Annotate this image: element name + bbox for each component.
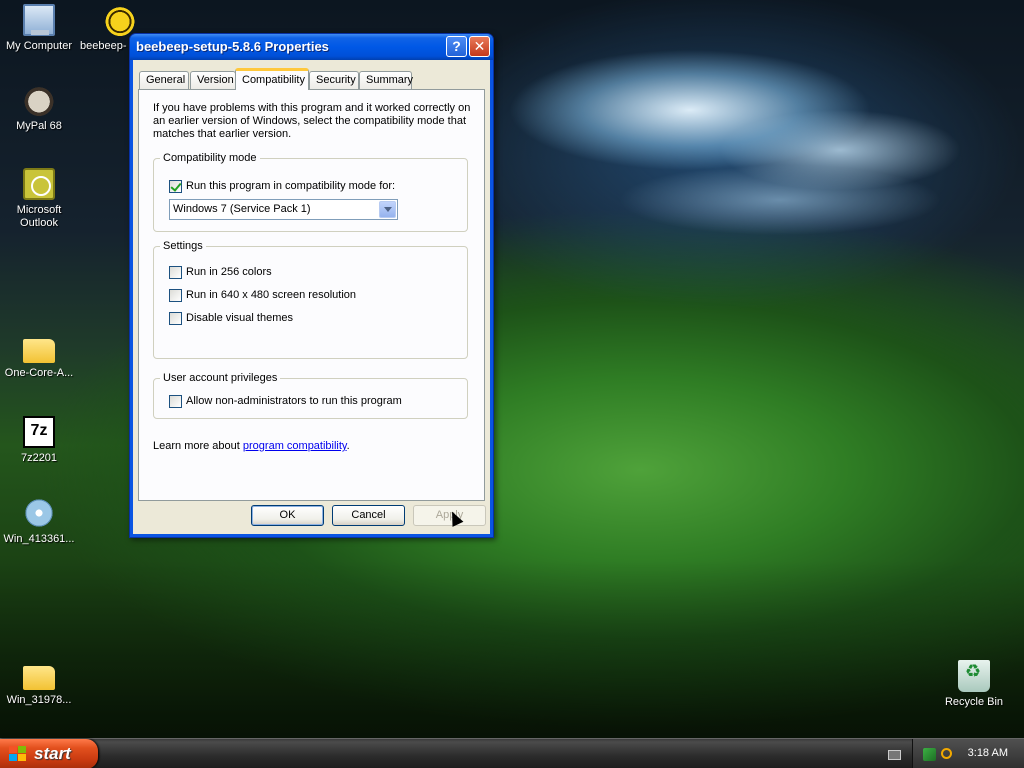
program-compatibility-link[interactable]: program compatibility <box>243 440 347 452</box>
outlook-icon <box>23 168 55 200</box>
select-value: Windows 7 (Service Pack 1) <box>173 203 311 215</box>
desktop-icon-beebeep[interactable]: beebeep- <box>80 4 136 53</box>
recycle-bin-icon <box>958 660 990 692</box>
clock[interactable]: 3:18 AM <box>968 747 1008 759</box>
properties-window: beebeep-setup-5.8.6 Properties ? ✕ Gener… <box>129 33 494 538</box>
desktop-icon-label: Win_413361... <box>3 533 75 545</box>
checkbox-label: Run this program in compatibility mode f… <box>186 180 396 192</box>
desktop-icon-win-413361[interactable]: Win_413361... <box>0 497 78 546</box>
start-label: start <box>34 744 71 763</box>
setting-disable-themes-checkbox[interactable] <box>169 311 182 325</box>
allow-non-admin-row[interactable]: Allow non-administrators to run this pro… <box>169 394 402 408</box>
compat-mode-checkbox-row[interactable]: Run this program in compatibility mode f… <box>169 179 395 193</box>
chevron-down-icon[interactable] <box>379 201 396 218</box>
window-title: beebeep-setup-5.8.6 Properties <box>136 39 329 54</box>
desktop-icon-label: Microsoft Outlook <box>16 204 62 229</box>
checkbox-label: Run in 640 x 480 screen resolution <box>186 289 356 301</box>
desktop-icon-label: Win_31978... <box>6 694 72 706</box>
cancel-button[interactable]: Cancel <box>332 505 405 526</box>
compatibility-mode-group: Compatibility mode Run this program in c… <box>153 152 468 232</box>
computer-icon <box>23 4 55 36</box>
checkbox-label: Allow non-administrators to run this pro… <box>186 395 402 407</box>
user-privileges-group: User account privileges Allow non-admini… <box>153 372 468 419</box>
7zip-icon: 7z <box>23 416 55 448</box>
mypal-browser-icon <box>23 84 55 116</box>
desktop-wallpaper-shade <box>0 560 1024 740</box>
desktop-icon-my-computer[interactable]: My Computer <box>0 4 78 53</box>
taskbar: start 3:18 AM <box>0 738 1024 768</box>
system-tray: 3:18 AM <box>912 739 1024 768</box>
network-icon[interactable] <box>923 748 936 761</box>
desktop-icon-win-31978[interactable]: Win_31978... <box>0 660 78 707</box>
checkbox-label: Run in 256 colors <box>186 266 272 278</box>
tab-summary[interactable]: Summary <box>359 71 413 89</box>
group-legend: User account privileges <box>160 372 281 384</box>
tab-security[interactable]: Security <box>309 71 359 89</box>
tab-version[interactable]: Version <box>190 71 236 89</box>
settings-group: Settings Run in 256 colors Run in 640 x … <box>153 240 468 359</box>
folder-icon <box>23 666 55 690</box>
learn-more-text: Learn more about program compatibility. <box>153 440 350 452</box>
help-button[interactable]: ? <box>446 36 467 57</box>
setting-256-colors-checkbox[interactable] <box>169 265 182 279</box>
ok-button[interactable]: OK <box>251 505 324 526</box>
learn-more-prefix: Learn more about <box>153 440 243 452</box>
compatibility-panel: If you have problems with this program a… <box>138 89 485 501</box>
compat-mode-checkbox[interactable] <box>169 179 182 193</box>
setting-disable-themes-row[interactable]: Disable visual themes <box>169 311 293 325</box>
window-client-area: General Version Compatibility Security S… <box>133 60 490 534</box>
desktop-icon-mypal[interactable]: MyPal 68 <box>0 84 78 133</box>
desktop-icon-label: beebeep- <box>80 40 127 52</box>
desktop-icon-recycle-bin[interactable]: Recycle Bin <box>935 660 1013 709</box>
setting-640x480-checkbox[interactable] <box>169 288 182 302</box>
desktop-icon-one-core[interactable]: One-Core-A... <box>0 333 78 380</box>
windows-logo-icon <box>9 746 27 762</box>
setting-256-colors-row[interactable]: Run in 256 colors <box>169 265 272 279</box>
setting-640x480-row[interactable]: Run in 640 x 480 screen resolution <box>169 288 356 302</box>
folder-icon <box>23 339 55 363</box>
group-legend: Settings <box>160 240 206 252</box>
tab-compatibility[interactable]: Compatibility <box>235 68 309 90</box>
close-button[interactable]: ✕ <box>469 36 490 57</box>
desktop-icon-outlook[interactable]: Microsoft Outlook <box>0 168 78 230</box>
desktop-icon-label: Recycle Bin <box>944 696 1004 708</box>
compat-mode-select[interactable]: Windows 7 (Service Pack 1) <box>169 199 398 220</box>
group-legend: Compatibility mode <box>160 152 260 164</box>
allow-non-admin-checkbox[interactable] <box>169 394 182 408</box>
checkbox-label: Disable visual themes <box>186 312 293 324</box>
desktop-icon-label: 7z2201 <box>20 452 58 464</box>
desktop-icon-label: My Computer <box>5 40 73 52</box>
learn-more-suffix: . <box>346 440 350 452</box>
intro-text: If you have problems with this program a… <box>153 102 471 140</box>
tab-general[interactable]: General <box>139 71 189 89</box>
desktop-icon-label: MyPal 68 <box>16 120 62 132</box>
start-button[interactable]: start <box>0 739 98 768</box>
desktop-icon-7z[interactable]: 7z 7z2201 <box>0 416 78 465</box>
disc-installer-icon <box>23 497 55 529</box>
search-icon[interactable] <box>941 748 952 759</box>
keyboard-icon[interactable] <box>888 750 901 760</box>
bee-icon <box>104 4 136 36</box>
window-titlebar[interactable]: beebeep-setup-5.8.6 Properties ? ✕ <box>130 34 493 60</box>
desktop-icon-label: One-Core-A... <box>4 367 74 379</box>
